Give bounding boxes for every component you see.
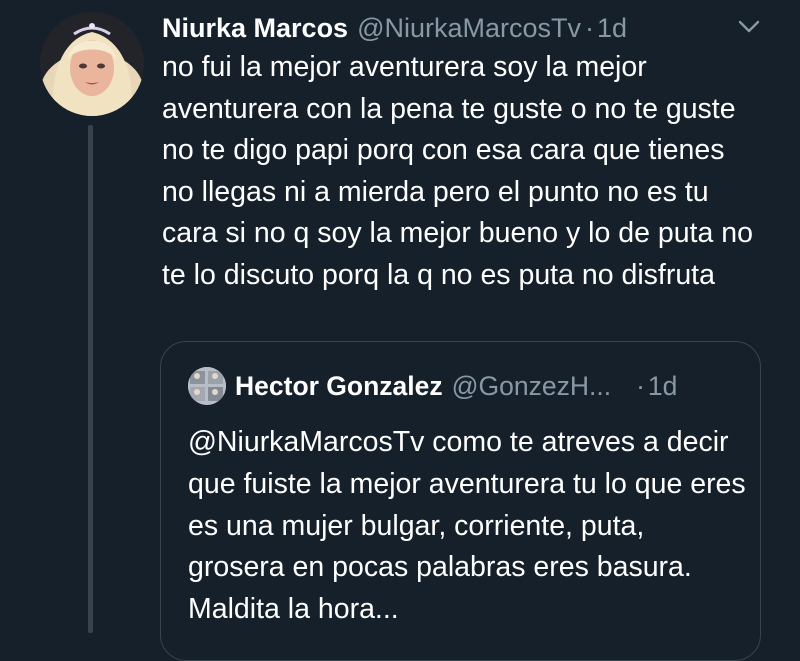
author-handle[interactable]: @NiurkaMarcosTv <box>357 13 581 44</box>
avatar-image <box>188 367 226 405</box>
author-name[interactable]: Niurka Marcos <box>162 13 348 44</box>
tweet[interactable]: Niurka Marcos @NiurkaMarcosTv · 1d no fu… <box>0 0 800 661</box>
quoted-tweet-text: @NiurkaMarcosTv como te atreves a decir … <box>188 426 746 626</box>
author-avatar[interactable] <box>40 12 144 116</box>
quoted-tweet-header: Hector Gonzalez @GonzezH... · 1d <box>235 367 677 405</box>
quoted-tweet-card[interactable]: Hector Gonzalez @GonzezH... · 1d @Niurka… <box>160 341 761 661</box>
quoted-tweet-timestamp[interactable]: 1d <box>648 371 677 402</box>
tweet-text: no fui la mejor aventurera soy la mejor … <box>162 51 753 291</box>
quoted-author-handle[interactable]: @GonzezH... <box>452 371 611 402</box>
tweet-menu-button[interactable] <box>732 14 766 40</box>
chevron-down-icon <box>738 20 760 33</box>
quoted-author-avatar[interactable] <box>188 367 226 405</box>
tweet-timestamp[interactable]: 1d <box>597 13 627 44</box>
avatar-image <box>40 12 144 116</box>
header-separator: · <box>585 12 595 43</box>
quoted-header-separator: · <box>636 370 645 401</box>
quoted-author-name[interactable]: Hector Gonzalez <box>235 371 443 402</box>
tweet-header: Niurka Marcos @NiurkaMarcosTv · 1d <box>162 8 627 48</box>
thread-line <box>88 125 93 633</box>
